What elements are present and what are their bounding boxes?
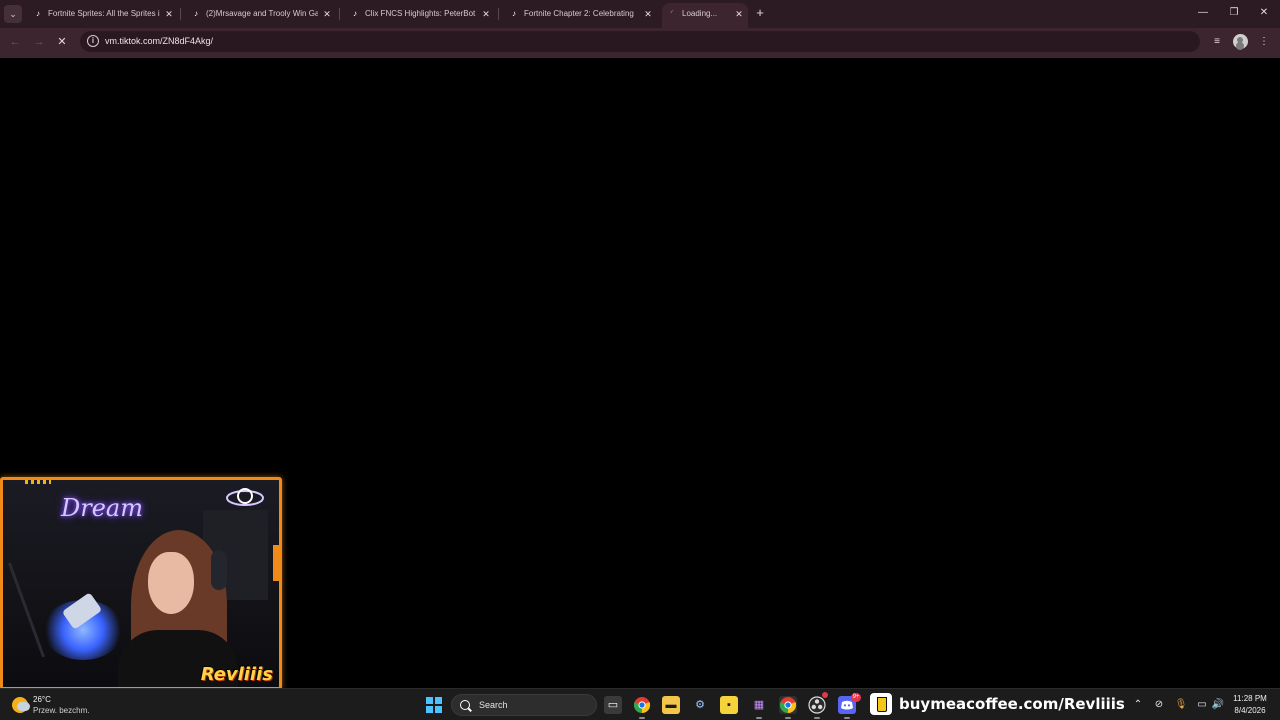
display-icon[interactable]: ▭: [1195, 697, 1209, 713]
frame-accent: [273, 545, 279, 581]
tab-divider: [498, 8, 499, 20]
volume-icon[interactable]: 🔊: [1211, 697, 1225, 713]
chevron-up-icon[interactable]: ⌃: [1131, 697, 1145, 713]
back-button[interactable]: ←: [7, 34, 23, 50]
neon-planet-icon: [226, 488, 264, 506]
new-tab-button[interactable]: +: [753, 5, 767, 21]
taskbar: 26°C Przew. bezchm. Search ▭ ▬ ⚙ ▪ ▦ 9+ …: [0, 688, 1280, 720]
reading-list-icon[interactable]: ≡: [1209, 34, 1225, 50]
microphone-icon[interactable]: 🎙: [1174, 697, 1188, 713]
chevron-down-icon: ⌄: [9, 9, 17, 19]
tab[interactable]: ♪ Fortnite Chapter 2: Celebrating ✕: [504, 4, 657, 24]
restore-button[interactable]: ❐: [1226, 5, 1242, 21]
tab-close-icon[interactable]: ✕: [481, 4, 491, 24]
search-label: Search: [479, 700, 508, 710]
sticky-notes-icon[interactable]: ▪: [720, 696, 738, 714]
headphones: [211, 550, 227, 590]
windows-logo-icon: [426, 697, 433, 704]
webcam-overlay: Dream Revliiis: [0, 477, 282, 690]
tab-close-icon[interactable]: ✕: [322, 4, 332, 24]
profile-avatar[interactable]: [1233, 34, 1248, 49]
frame-stripes: [25, 480, 51, 484]
recording-dot: [822, 692, 828, 698]
taskbar-search[interactable]: Search: [451, 694, 597, 716]
tab-search-button[interactable]: ⌄: [4, 5, 22, 23]
clock-time[interactable]: 11:28 PM: [1229, 694, 1271, 703]
tiktok-icon: ♪: [353, 9, 357, 18]
network-off-icon[interactable]: ⊘: [1152, 697, 1166, 713]
search-icon: [460, 700, 470, 710]
tab-divider: [180, 8, 181, 20]
address-bar[interactable]: i vm.tiktok.com/ZN8dF4Akg/: [80, 31, 1200, 52]
obs-icon[interactable]: [808, 692, 828, 719]
tab-close-icon[interactable]: ✕: [643, 4, 653, 24]
neon-sign: Dream: [61, 494, 143, 522]
tab-close-icon[interactable]: ✕: [164, 4, 174, 24]
streamer-face: [148, 552, 194, 614]
stop-loading-button[interactable]: ✕: [54, 34, 70, 50]
streamer-logo: Revliiis: [200, 664, 273, 685]
weather-condition[interactable]: Przew. bezchm.: [33, 706, 89, 715]
tiktok-icon: ♪: [36, 9, 40, 18]
discord-icon[interactable]: 9+: [838, 693, 861, 719]
buymeacoffee-banner: buymeacoffee.com/Revliiis: [867, 690, 1125, 720]
minimize-button[interactable]: —: [1195, 5, 1211, 21]
coffee-cup-icon: [870, 693, 892, 715]
chrome-icon[interactable]: [633, 696, 651, 719]
loading-spinner-icon: ◜: [670, 10, 674, 17]
menu-icon[interactable]: ⋮: [1256, 34, 1272, 50]
tab-active[interactable]: ◜ Loading... ✕: [662, 3, 748, 28]
start-button[interactable]: [426, 697, 442, 713]
buymeacoffee-text: buymeacoffee.com/Revliiis: [899, 695, 1125, 713]
settings-icon[interactable]: ⚙: [691, 696, 709, 714]
tab[interactable]: ♪ Fortnite Sprites: All the Sprites i ✕: [28, 4, 178, 24]
site-info-icon[interactable]: i: [87, 35, 99, 47]
tiktok-icon: ♪: [512, 9, 516, 18]
chrome-icon[interactable]: [779, 696, 797, 719]
task-view-icon[interactable]: ▭: [604, 696, 622, 714]
app-icon[interactable]: ▦: [750, 696, 768, 719]
tab[interactable]: ♪ Clix FNCS Highlights: PeterBot ✕: [345, 4, 495, 24]
tiktok-icon: ♪: [194, 9, 198, 18]
close-window-button[interactable]: ✕: [1256, 5, 1272, 21]
clock-date[interactable]: 8/4/2026: [1229, 706, 1271, 715]
tab-close-icon[interactable]: ✕: [734, 3, 744, 25]
forward-button[interactable]: →: [31, 34, 47, 50]
tab-divider: [339, 8, 340, 20]
url-text[interactable]: vm.tiktok.com/ZN8dF4Akg/: [105, 31, 213, 52]
file-explorer-icon[interactable]: ▬: [662, 696, 680, 714]
notification-badge: 9+: [851, 693, 861, 702]
tab-strip: ⌄ ♪ Fortnite Sprites: All the Sprites i …: [0, 0, 1280, 28]
weather-temperature[interactable]: 26°C: [33, 695, 51, 704]
tab[interactable]: ♪ (2)Mrsavage and Trooly Win Ga ✕: [186, 4, 336, 24]
weather-icon[interactable]: [12, 697, 30, 713]
